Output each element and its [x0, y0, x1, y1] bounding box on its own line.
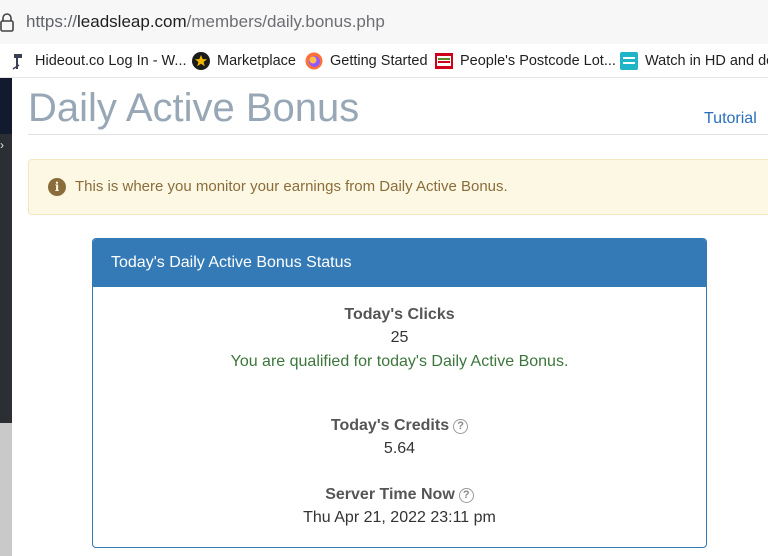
bookmarks-bar: Hideout.co Log In - W... Marketplace Get…	[0, 44, 768, 78]
bookmark-label: People's Postcode Lot...	[460, 53, 616, 69]
panel-heading-text: Today's Daily Active Bonus Status	[111, 254, 352, 271]
help-icon[interactable]: ?	[453, 419, 469, 434]
sidebar-header-edge	[0, 78, 12, 134]
server-time-value: Thu Apr 21, 2022 23:11 pm	[303, 509, 496, 526]
marketplace-star-icon	[192, 52, 210, 70]
url-host: leadsleap.com	[77, 12, 187, 31]
tutorial-link[interactable]: Tutorial	[704, 110, 757, 128]
credits-row: Today's Credits?	[93, 417, 706, 435]
info-alert: i This is where you monitor your earning…	[28, 159, 768, 215]
bookmark-label: Marketplace	[217, 53, 296, 69]
info-icon: i	[48, 178, 66, 196]
sidebar-scroll-edge	[0, 423, 12, 556]
server-time-label: Server Time Now	[325, 486, 455, 503]
bookmark-getting-started[interactable]: Getting Started	[305, 50, 428, 72]
bookmark-marketplace[interactable]: Marketplace	[192, 50, 296, 72]
url-text[interactable]: https://leadsleap.com/members/daily.bonu…	[26, 12, 385, 32]
alert-message: This is where you monitor your earnings …	[75, 178, 508, 195]
bookmark-label: Watch in HD and do	[645, 53, 768, 69]
clicks-label: Today's Clicks	[344, 306, 455, 323]
bonus-status-panel: Today's Daily Active Bonus Status Today'…	[92, 238, 707, 548]
page-title: Daily Active Bonus	[28, 86, 360, 130]
lock-icon[interactable]	[0, 12, 14, 32]
erosnow-icon	[620, 52, 638, 70]
chevron-right-icon[interactable]: ›	[0, 138, 8, 152]
firefox-icon	[305, 52, 323, 70]
clicks-value: 25	[390, 329, 409, 346]
credits-value: 5.64	[383, 440, 416, 457]
sidebar-edge: ›	[0, 78, 12, 556]
bookmark-label: Hideout.co Log In - W...	[35, 53, 187, 69]
url-scheme: https://	[26, 12, 78, 31]
divider	[28, 134, 768, 135]
address-bar[interactable]: https://leadsleap.com/members/daily.bonu…	[0, 0, 768, 44]
bookmark-erosnow[interactable]: Watch in HD and do	[620, 50, 768, 72]
qualified-message: You are qualified for today's Daily Acti…	[230, 353, 569, 370]
server-time-row: Server Time Now?	[93, 486, 706, 504]
panel-heading: Today's Daily Active Bonus Status	[93, 239, 706, 287]
bookmark-label: Getting Started	[330, 53, 428, 69]
url-path: /members/daily.bonus.php	[186, 12, 385, 31]
postcode-lottery-icon	[435, 53, 453, 69]
bookmark-hideout[interactable]: Hideout.co Log In - W...	[10, 50, 187, 72]
credits-label: Today's Credits	[330, 417, 450, 434]
bookmark-postcode-lottery[interactable]: People's Postcode Lot...	[435, 50, 616, 72]
hideout-icon	[12, 54, 22, 70]
help-icon[interactable]: ?	[458, 488, 474, 503]
